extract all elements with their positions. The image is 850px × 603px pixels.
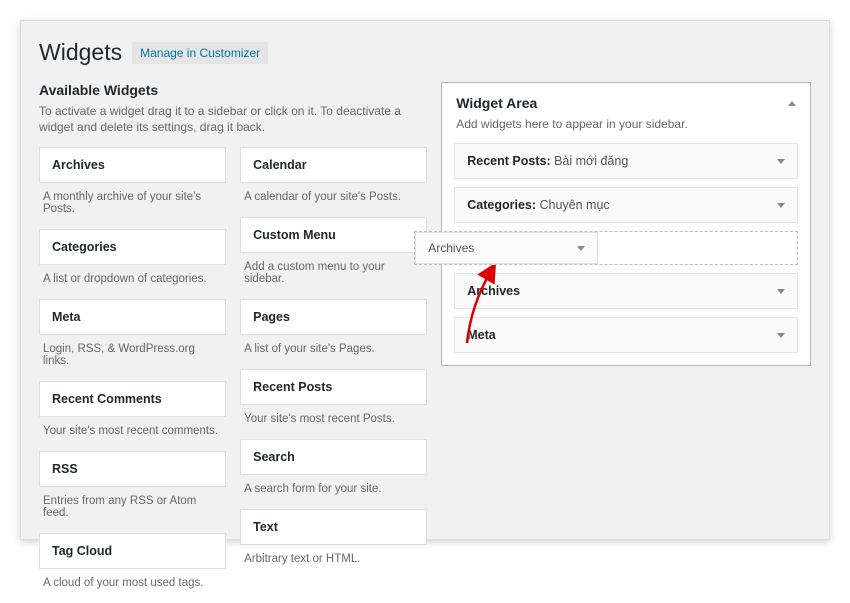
- area-widget-label: Archives: [467, 284, 520, 298]
- area-widget-recent-posts[interactable]: Recent Posts: Bài mới đăng: [454, 143, 798, 179]
- widget-recent-comments-desc: Your site's most recent comments.: [39, 417, 226, 451]
- widget-search-desc: A search form for your site.: [240, 475, 427, 509]
- manage-in-customizer-link[interactable]: Manage in Customizer: [132, 42, 268, 64]
- chevron-down-icon: [777, 289, 785, 294]
- widget-area-desc: Add widgets here to appear in your sideb…: [454, 117, 798, 143]
- area-widget-label: Meta: [467, 328, 495, 342]
- dragging-widget-label: Archives: [428, 241, 474, 255]
- dropzone-empty: [598, 232, 797, 264]
- widget-search[interactable]: Search: [240, 439, 427, 475]
- available-widgets-col-1: Archives A monthly archive of your site'…: [39, 147, 226, 603]
- available-widgets-title: Available Widgets: [39, 82, 427, 98]
- widget-archives[interactable]: Archives: [39, 147, 226, 183]
- chevron-down-icon: [777, 333, 785, 338]
- chevron-up-icon: [788, 101, 796, 106]
- widget-meta-desc: Login, RSS, & WordPress.org links.: [39, 335, 226, 381]
- available-widgets-desc: To activate a widget drag it to a sideba…: [39, 103, 427, 135]
- widget-area-header[interactable]: Widget Area: [454, 95, 798, 117]
- chevron-down-icon: [777, 159, 785, 164]
- widget-custom-menu[interactable]: Custom Menu: [240, 217, 427, 253]
- widget-pages[interactable]: Pages: [240, 299, 427, 335]
- widget-custom-menu-desc: Add a custom menu to your sidebar.: [240, 253, 427, 299]
- area-widget-label: Categories:: [467, 198, 536, 212]
- page-header: Widgets Manage in Customizer: [39, 39, 811, 66]
- area-widget-label: Recent Posts:: [467, 154, 550, 168]
- widget-text[interactable]: Text: [240, 509, 427, 545]
- dragging-widget-archives[interactable]: Archives: [415, 232, 598, 264]
- widget-archives-desc: A monthly archive of your site's Posts.: [39, 183, 226, 229]
- widget-categories-desc: A list or dropdown of categories.: [39, 265, 226, 299]
- area-widget-sublabel: Bài mới đăng: [551, 154, 629, 168]
- widget-recent-comments[interactable]: Recent Comments: [39, 381, 226, 417]
- area-widget-categories[interactable]: Categories: Chuyên mục: [454, 187, 798, 223]
- widget-text-desc: Arbitrary text or HTML.: [240, 545, 427, 579]
- widget-rss-desc: Entries from any RSS or Atom feed.: [39, 487, 226, 533]
- page-title: Widgets: [39, 39, 122, 66]
- widget-rss[interactable]: RSS: [39, 451, 226, 487]
- widget-categories[interactable]: Categories: [39, 229, 226, 265]
- widget-recent-posts[interactable]: Recent Posts: [240, 369, 427, 405]
- chevron-down-icon: [577, 246, 585, 251]
- available-widgets-panel: Available Widgets To activate a widget d…: [39, 82, 427, 603]
- widget-tag-cloud[interactable]: Tag Cloud: [39, 533, 226, 569]
- widget-tag-cloud-desc: A cloud of your most used tags.: [39, 569, 226, 603]
- widget-dropzone[interactable]: Archives: [414, 231, 798, 265]
- widget-area-panel: Widget Area Add widgets here to appear i…: [441, 82, 811, 366]
- chevron-down-icon: [777, 203, 785, 208]
- widget-pages-desc: A list of your site's Pages.: [240, 335, 427, 369]
- area-widget-archives[interactable]: Archives: [454, 273, 798, 309]
- widget-area-title: Widget Area: [456, 95, 537, 111]
- widget-calendar-desc: A calendar of your site's Posts.: [240, 183, 427, 217]
- area-widget-sublabel: Chuyên mục: [536, 198, 610, 212]
- widget-meta[interactable]: Meta: [39, 299, 226, 335]
- area-widget-meta[interactable]: Meta: [454, 317, 798, 353]
- widget-recent-posts-desc: Your site's most recent Posts.: [240, 405, 427, 439]
- widget-calendar[interactable]: Calendar: [240, 147, 427, 183]
- available-widgets-col-2: Calendar A calendar of your site's Posts…: [240, 147, 427, 603]
